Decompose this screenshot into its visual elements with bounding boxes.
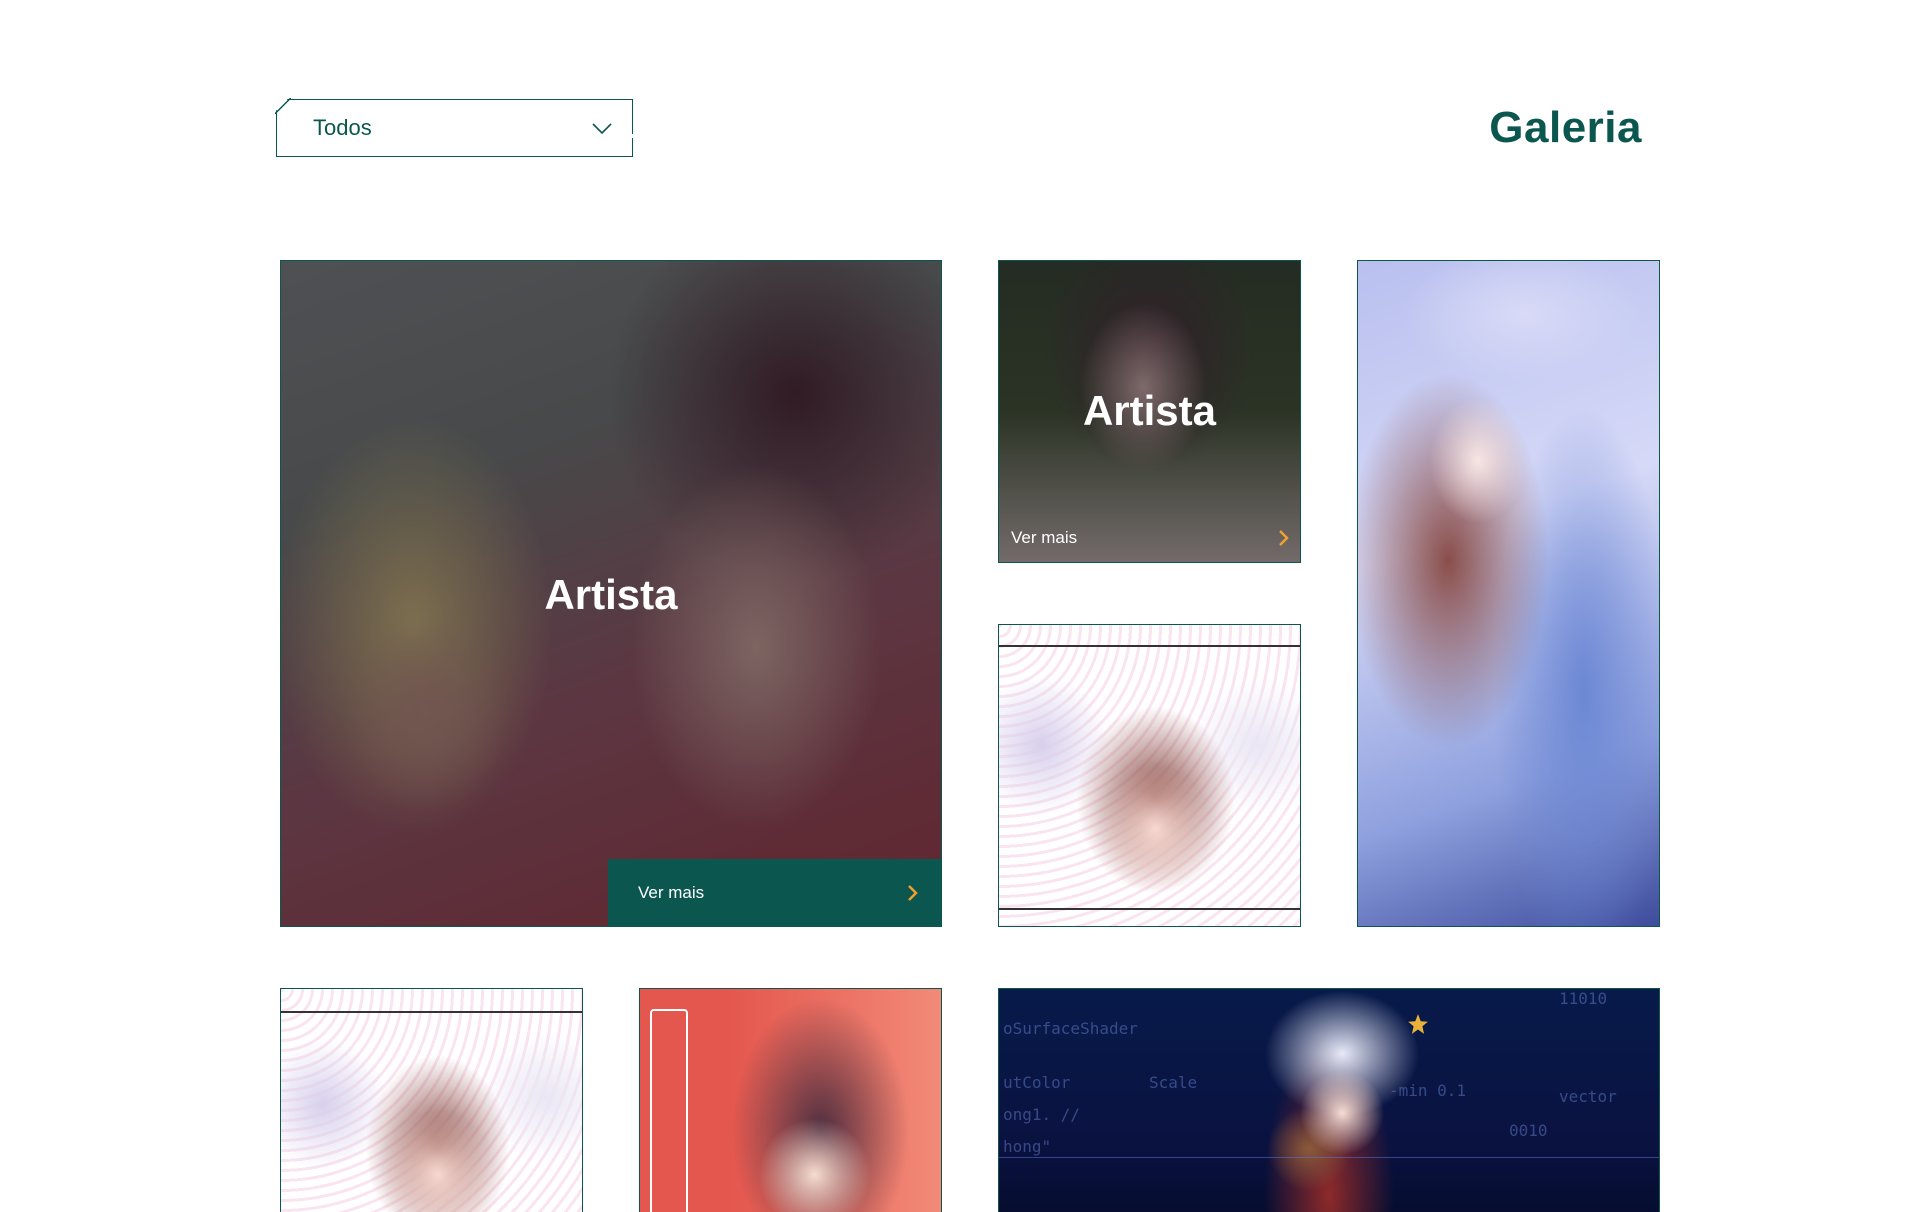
- code-text: oSurfaceShader: [1003, 1019, 1138, 1038]
- ver-mais-button[interactable]: Ver mais: [608, 859, 941, 926]
- gallery-tile-witch[interactable]: [1357, 260, 1660, 927]
- gallery-tile-comic[interactable]: [998, 624, 1301, 927]
- gallery-tile-witch-night[interactable]: oSurfaceShader utColor ong1. // hong" Sc…: [998, 988, 1660, 1212]
- code-text: ong1. //: [1003, 1105, 1081, 1124]
- page-header: Todos Galeria: [0, 0, 1920, 200]
- card-border-left: [650, 1009, 688, 1212]
- comic-panel-border: [999, 908, 1300, 910]
- code-text: -min 0.1: [1389, 1081, 1467, 1100]
- chevron-down-icon: [592, 123, 612, 135]
- code-text: vector: [1559, 1087, 1617, 1106]
- ver-mais-label: Ver mais: [1011, 528, 1078, 547]
- gallery-tile-hifumi[interactable]: [639, 988, 942, 1212]
- chevron-right-icon: [1279, 530, 1289, 546]
- star-icon: [1408, 1014, 1428, 1034]
- code-text: 0010: [1509, 1121, 1548, 1140]
- decor-line: [999, 1157, 1659, 1158]
- gallery-tile-featured[interactable]: Artista Ver mais: [280, 260, 942, 927]
- gallery-tile-comic-2[interactable]: [280, 988, 583, 1212]
- category-filter-select[interactable]: Todos: [275, 98, 634, 157]
- gallery-tile-artist[interactable]: Artista Ver mais: [998, 260, 1301, 563]
- comic-panel-border: [999, 645, 1300, 647]
- code-text: utColor: [1003, 1073, 1071, 1092]
- ver-mais-button[interactable]: Ver mais: [1011, 523, 1289, 553]
- comic-panel-border: [281, 1011, 582, 1013]
- code-text: 11010: [1559, 989, 1608, 1008]
- tile-title: Artista: [544, 571, 678, 618]
- chevron-right-icon: [908, 885, 918, 901]
- code-text: hong": [1003, 1137, 1052, 1156]
- code-text: Scale: [1149, 1073, 1198, 1092]
- tile-title: Artista: [1082, 387, 1217, 434]
- page-title: Galeria: [1489, 103, 1642, 152]
- ver-mais-label: Ver mais: [638, 883, 705, 902]
- category-filter-value: Todos: [313, 115, 372, 140]
